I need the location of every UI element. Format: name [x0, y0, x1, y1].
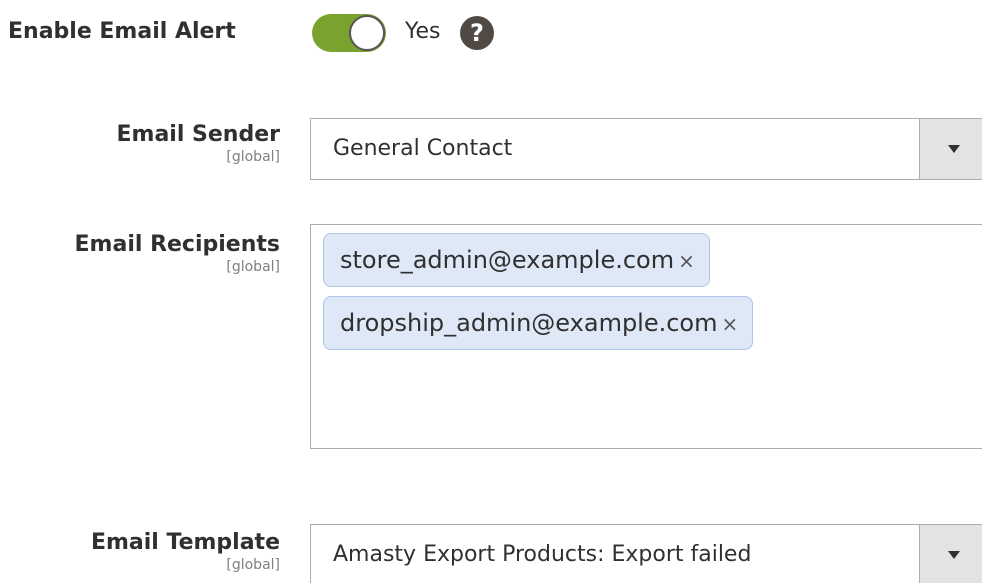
email-template-select[interactable]: Amasty Export Products: Export failed	[310, 524, 982, 583]
email-template-scope: [global]	[226, 557, 280, 573]
toggle-state-text: Yes	[405, 19, 441, 44]
email-sender-scope: [global]	[226, 149, 280, 165]
email-recipients-input[interactable]: store_admin@example.com × dropship_admin@…	[310, 224, 982, 449]
email-template-label: Email Template	[90, 530, 280, 555]
chevron-down-icon	[948, 551, 960, 559]
recipient-tag: store_admin@example.com ×	[323, 233, 710, 287]
recipient-tag-text: store_admin@example.com	[340, 246, 675, 274]
toggle-knob	[349, 15, 385, 51]
email-template-label-block: Email Template [global]	[91, 530, 280, 574]
email-sender-dropdown-button[interactable]	[919, 119, 982, 179]
remove-tag-icon[interactable]: ×	[722, 298, 739, 350]
recipient-tag-text: dropship_admin@example.com	[340, 309, 718, 337]
email-alert-settings: Enable Email Alert Yes ? Email Sender [g…	[0, 0, 982, 583]
email-sender-label-block: Email Sender [global]	[117, 122, 281, 166]
email-recipients-label: Email Recipients	[74, 232, 280, 257]
email-template-value: Amasty Export Products: Export failed	[333, 542, 752, 567]
email-sender-value: General Contact	[333, 136, 513, 161]
email-sender-label: Email Sender	[116, 122, 281, 147]
email-recipients-scope: [global]	[226, 259, 280, 275]
help-icon[interactable]: ?	[460, 16, 494, 50]
enable-email-alert-toggle[interactable]	[312, 14, 386, 52]
enable-email-alert-label: Enable Email Alert	[8, 19, 236, 44]
email-recipients-label-block: Email Recipients [global]	[75, 232, 280, 276]
remove-tag-icon[interactable]: ×	[678, 235, 695, 287]
recipient-tag: dropship_admin@example.com ×	[323, 296, 754, 350]
email-sender-select[interactable]: General Contact	[310, 118, 982, 180]
chevron-down-icon	[948, 145, 960, 153]
email-template-dropdown-button[interactable]	[919, 525, 982, 583]
